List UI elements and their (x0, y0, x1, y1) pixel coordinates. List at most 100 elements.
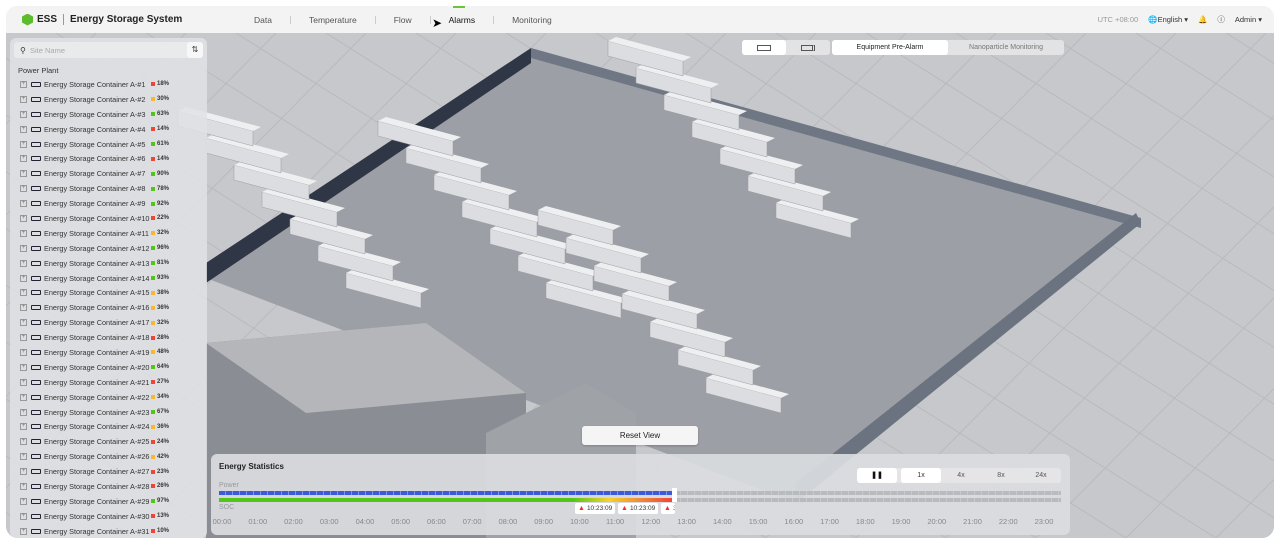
soc-percent: 34% (157, 394, 170, 401)
expand-icon[interactable]: + (20, 289, 27, 297)
tree-item-container[interactable]: + Energy Storage Container A-#3 63% (10, 107, 207, 122)
tree-item-container[interactable]: + Energy Storage Container A-#1 18% (10, 77, 207, 92)
tree-item-container[interactable]: + Energy Storage Container A-#8 78% (10, 181, 207, 196)
tree-item-container[interactable]: + Energy Storage Container A-#16 36% (10, 300, 207, 315)
expand-icon[interactable]: + (20, 423, 27, 431)
expand-icon[interactable]: + (20, 80, 27, 88)
timeline-handle[interactable] (672, 488, 678, 502)
expand-icon[interactable]: + (20, 170, 27, 178)
expand-icon[interactable]: + (20, 393, 27, 401)
expand-icon[interactable]: + (20, 482, 27, 490)
speed-8x[interactable]: 8x (981, 468, 1021, 483)
language-select[interactable]: 🌐English ▾ (1148, 15, 1188, 24)
sort-button[interactable]: ⇅ (187, 42, 203, 58)
expand-icon[interactable]: + (20, 378, 27, 386)
tree-item-container[interactable]: + Energy Storage Container A-#26 42% (10, 449, 207, 464)
tree-item-container[interactable]: + Energy Storage Container A-#17 32% (10, 315, 207, 330)
expand-icon[interactable]: + (20, 348, 27, 356)
tree-item-container[interactable]: + Energy Storage Container A-#10 22% (10, 211, 207, 226)
tree-item-container[interactable]: + Energy Storage Container A-#19 48% (10, 345, 207, 360)
expand-icon[interactable]: + (20, 259, 27, 267)
expand-icon[interactable]: + (20, 468, 27, 476)
tab-nanoparticle-monitoring[interactable]: Nanoparticle Monitoring (948, 40, 1064, 55)
expand-icon[interactable]: + (20, 274, 27, 282)
tree-item-container[interactable]: + Energy Storage Container A-#4 14% (10, 122, 207, 137)
expand-icon[interactable]: + (20, 363, 27, 371)
expand-icon[interactable]: + (20, 408, 27, 416)
container-name: Energy Storage Container A-#8 (44, 184, 146, 194)
expand-icon[interactable]: + (20, 527, 27, 535)
tree-item-container[interactable]: + Energy Storage Container A-#30 13% (10, 509, 207, 524)
site-sidebar: ⚲ Site Name ⇅ Power Plant + Energy Storag… (10, 38, 207, 538)
container-name: Energy Storage Container A-#23 (44, 407, 150, 417)
nav-monitoring[interactable]: Monitoring (494, 15, 570, 25)
search-input[interactable]: Site Name (30, 46, 65, 55)
expand-icon[interactable]: + (20, 125, 27, 133)
tree-item-container[interactable]: + Energy Storage Container A-#31 10% (10, 524, 207, 538)
alarm-marker[interactable]: ▲ 3 (661, 503, 675, 514)
expand-icon[interactable]: + (20, 512, 27, 520)
tree-item-container[interactable]: + Energy Storage Container A-#7 90% (10, 166, 207, 181)
tree-item-container[interactable]: + Energy Storage Container A-#13 81% (10, 256, 207, 271)
alarm-marker[interactable]: ▲ 10:23:09 (575, 503, 616, 514)
pause-button[interactable]: ❚❚ (857, 468, 897, 483)
speed-1x[interactable]: 1x (901, 468, 941, 483)
container-name: Energy Storage Container A-#16 (44, 303, 150, 313)
split-view-button[interactable] (786, 40, 830, 55)
expand-icon[interactable]: + (20, 229, 27, 237)
single-view-button[interactable] (742, 40, 786, 55)
tab-equipment-pre-alarm[interactable]: Equipment Pre-Alarm (832, 40, 948, 55)
nav-flow[interactable]: Flow (376, 15, 430, 25)
tree-item-container[interactable]: + Energy Storage Container A-#15 38% (10, 285, 207, 300)
tree-item-container[interactable]: + Energy Storage Container A-#6 14% (10, 151, 207, 166)
speed-24x[interactable]: 24x (1021, 468, 1061, 483)
status-dot (151, 156, 155, 161)
tree-item-container[interactable]: + Energy Storage Container A-#23 67% (10, 405, 207, 420)
expand-icon[interactable]: + (20, 453, 27, 461)
battery-container-icon (31, 528, 41, 534)
tree-item-container[interactable]: + Energy Storage Container A-#11 32% (10, 226, 207, 241)
expand-icon[interactable]: + (20, 155, 27, 163)
tree-item-container[interactable]: + Energy Storage Container A-#20 64% (10, 360, 207, 375)
expand-icon[interactable]: + (20, 244, 27, 252)
search-box[interactable]: ⚲ Site Name ⇅ (14, 42, 203, 58)
soc-percent: 23% (157, 468, 170, 475)
user-menu[interactable]: Admin ▾ (1235, 15, 1262, 24)
expand-icon[interactable]: + (20, 214, 27, 222)
tree-item-container[interactable]: + Energy Storage Container A-#25 24% (10, 434, 207, 449)
alarm-marker[interactable]: ▲ 10:23:09 (618, 503, 659, 514)
speed-4x[interactable]: 4x (941, 468, 981, 483)
bell-icon[interactable]: 🔔 (1198, 15, 1207, 24)
expand-icon[interactable]: + (20, 200, 27, 208)
nav-temperature[interactable]: Temperature (291, 15, 375, 25)
expand-icon[interactable]: + (20, 304, 27, 312)
status-dot (151, 395, 155, 400)
status-dot (151, 261, 155, 266)
tree-item-container[interactable]: + Energy Storage Container A-#28 26% (10, 479, 207, 494)
tree-item-container[interactable]: + Energy Storage Container A-#2 30% (10, 92, 207, 107)
help-icon[interactable]: ⓘ (1217, 14, 1225, 25)
expand-icon[interactable]: + (20, 95, 27, 103)
expand-icon[interactable]: + (20, 497, 27, 505)
reset-view-button[interactable]: Reset View (582, 426, 698, 445)
tree-item-container[interactable]: + Energy Storage Container A-#22 34% (10, 390, 207, 405)
expand-icon[interactable]: + (20, 438, 27, 446)
tree-item-container[interactable]: + Energy Storage Container A-#14 93% (10, 271, 207, 286)
status-dot (151, 350, 155, 355)
tree-item-container[interactable]: + Energy Storage Container A-#18 28% (10, 330, 207, 345)
expand-icon[interactable]: + (20, 319, 27, 327)
tree-item-container[interactable]: + Energy Storage Container A-#12 96% (10, 241, 207, 256)
expand-icon[interactable]: + (20, 140, 27, 148)
expand-icon[interactable]: + (20, 110, 27, 118)
nav-data[interactable]: Data (236, 15, 290, 25)
tree-group-power-plant[interactable]: Power Plant (18, 66, 207, 75)
tree-item-container[interactable]: + Energy Storage Container A-#24 36% (10, 419, 207, 434)
tree-item-container[interactable]: + Energy Storage Container A-#29 97% (10, 494, 207, 509)
tree-item-container[interactable]: + Energy Storage Container A-#9 92% (10, 196, 207, 211)
expand-icon[interactable]: + (20, 334, 27, 342)
tree-item-container[interactable]: + Energy Storage Container A-#21 27% (10, 375, 207, 390)
tree-item-container[interactable]: + Energy Storage Container A-#5 61% (10, 137, 207, 152)
expand-icon[interactable]: + (20, 185, 27, 193)
battery-container-icon (31, 394, 41, 400)
tree-item-container[interactable]: + Energy Storage Container A-#27 23% (10, 464, 207, 479)
